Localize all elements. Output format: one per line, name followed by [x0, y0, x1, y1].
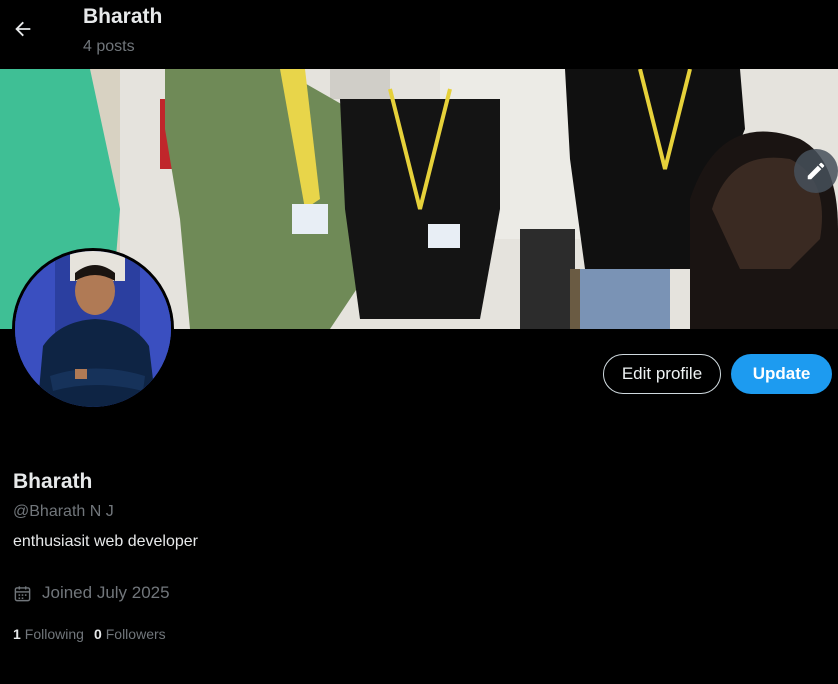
follow-stats: 1 Following 0 Followers [13, 626, 166, 642]
header-name: Bharath [83, 5, 163, 28]
arrow-left-icon [15, 21, 31, 37]
update-button[interactable]: Update [731, 354, 832, 394]
followers-label: Followers [105, 626, 166, 642]
following-count: 1 [13, 626, 21, 642]
back-button[interactable] [8, 14, 38, 44]
avatar-photo [15, 251, 171, 407]
following-link[interactable]: 1 Following [13, 626, 84, 642]
following-label: Following [24, 626, 84, 642]
joined-text: Joined July 2025 [42, 583, 170, 602]
profile-display-name: Bharath [13, 470, 93, 493]
edit-profile-button[interactable]: Edit profile [603, 354, 721, 394]
followers-count: 0 [93, 626, 102, 642]
profile-handle: @Bharath N J [13, 503, 114, 520]
joined-date: Joined July 2025 [13, 583, 170, 603]
avatar[interactable] [12, 248, 174, 410]
pencil-icon [807, 162, 825, 180]
top-bar: Bharath 4 posts [0, 0, 838, 69]
followers-link[interactable]: 0 Followers [94, 626, 166, 642]
post-count: 4 posts [83, 38, 135, 55]
calendar-icon [14, 585, 31, 601]
edit-banner-button[interactable] [794, 149, 838, 193]
profile-bio: enthusiasit web developer [13, 533, 199, 550]
